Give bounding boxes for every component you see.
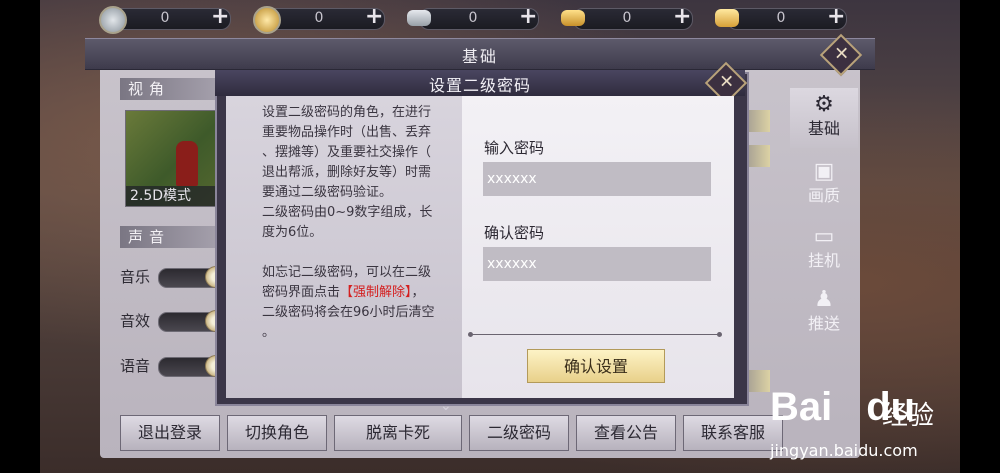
confirm-settings-button[interactable]: 确认设置 [527,349,665,383]
enter-password-label: 输入密码 [484,139,545,157]
tab-label: 画质 [807,186,840,205]
currency-gold-ingot: 0 + [557,4,707,32]
force-unlock-link[interactable]: 【强制解除】 [340,285,412,300]
desc-line: 要通过二级密码验证。 [262,185,393,200]
confirm-password-input[interactable] [483,247,711,281]
unstuck-button[interactable]: 脱离卡死 [334,415,462,451]
add-currency-button[interactable]: + [365,6,383,28]
monitor-image-icon: ▣ [813,159,835,184]
gold-ingot-icon [561,10,585,26]
desc-line: 设置二级密码的角色，在进行 [262,105,432,120]
tab-basic[interactable]: ⚙ 基础 [790,88,858,148]
dialog-description: 设置二级密码的角色，在进行 重要物品操作时（出售、丢弃 、摆摊等）及重要社交操作… [262,103,457,343]
confirm-password-label: 确认密码 [484,224,545,242]
dialog-title: 设置二级密码 [428,76,531,95]
desc-line: 。 [262,325,276,340]
forgot-suffix: ， [411,285,425,300]
switch-character-button[interactable]: 切换角色 [227,415,327,451]
view-announcement-button[interactable]: 查看公告 [576,415,676,451]
left-letterbox [0,0,40,473]
desc-line: 密码界面点击【强制解除】， [262,283,457,303]
forgot-prefix: 密码界面点击 [262,285,341,300]
close-icon: ✕ [834,43,850,65]
game-background: 0 + 0 + 0 + 0 + 0 + 基础 ✕ 视角 2.5D模式 声音 音乐… [0,0,1000,473]
voice-label: 语音 [120,357,151,375]
desc-line: 重要物品操作时（出售、丢弃 [262,125,432,140]
sfx-label: 音效 [120,312,151,330]
close-icon: ✕ [719,71,735,93]
logout-button[interactable]: 退出登录 [120,415,220,451]
add-currency-button[interactable]: + [827,6,845,28]
watermark-url: jingyan.baidu.com [770,441,918,460]
desc-line: 退出帮派，删除好友等）时需 [262,165,432,180]
desc-line: 二级密码将会在96小时后清空 [262,305,435,320]
gold-coin-icon [253,6,281,34]
currency-value: 0 [160,10,170,26]
currency-value: 0 [468,10,478,26]
settings-panel-title: 基础 [461,47,498,66]
currency-silver-ingot: 0 + [403,4,553,32]
form-divider [468,332,722,337]
add-currency-button[interactable]: + [519,6,537,28]
tab-label: 推送 [807,314,840,333]
currency-value: 0 [622,10,632,26]
watermark-brand-cn: 经验 [882,401,935,431]
secondary-password-button[interactable]: 二级密码 [469,415,569,451]
tab-label: 基础 [807,119,840,138]
chevron-down-icon: ⌄ [440,398,452,414]
silver-ingot-icon [407,10,431,26]
currency-value: 0 [314,10,324,26]
bell-icon: ♟ [814,287,834,312]
add-currency-button[interactable]: + [673,6,691,28]
character-figure [176,141,198,186]
view-section-label: 视角 [120,78,228,100]
currency-gold-ingot-stack: 0 + [711,4,861,32]
silver-coin-icon [99,6,127,34]
settings-panel-header: 基础 [85,38,875,70]
tab-label: 挂机 [807,251,840,270]
dialog-title-bar: 设置二级密码 [215,70,745,96]
currency-gold-coin: 0 + [249,4,399,34]
contact-support-button[interactable]: 联系客服 [683,415,783,451]
desc-line: 二级密码由0~9数字组成，长 [262,205,433,220]
gear-icon: ⚙ [814,92,834,117]
add-currency-button[interactable]: + [211,6,229,28]
desc-line: 如忘记二级密码，可以在二级 [262,265,432,280]
baidu-watermark: Bai du 经验 jingyan.baidu.com [770,375,990,465]
tab-idle[interactable]: ▭ 挂机 [790,220,858,280]
currency-silver-coin: 0 + [95,4,245,34]
desc-line: 、摆摊等）及重要社交操作（ [262,145,432,160]
enter-password-input[interactable] [483,162,711,196]
monitor-icon: ▭ [813,224,835,249]
gold-ingot-stack-icon [715,9,739,27]
desc-line: 度为6位。 [262,225,323,240]
currency-bar: 0 + 0 + 0 + 0 + 0 + [95,4,865,34]
tab-push[interactable]: ♟ 推送 [790,283,858,343]
currency-value: 0 [776,10,786,26]
watermark-brand-head: Bai [770,385,833,429]
tab-graphics[interactable]: ▣ 画质 [790,155,858,215]
sound-section-label: 声音 [120,226,228,248]
music-label: 音乐 [120,268,151,286]
